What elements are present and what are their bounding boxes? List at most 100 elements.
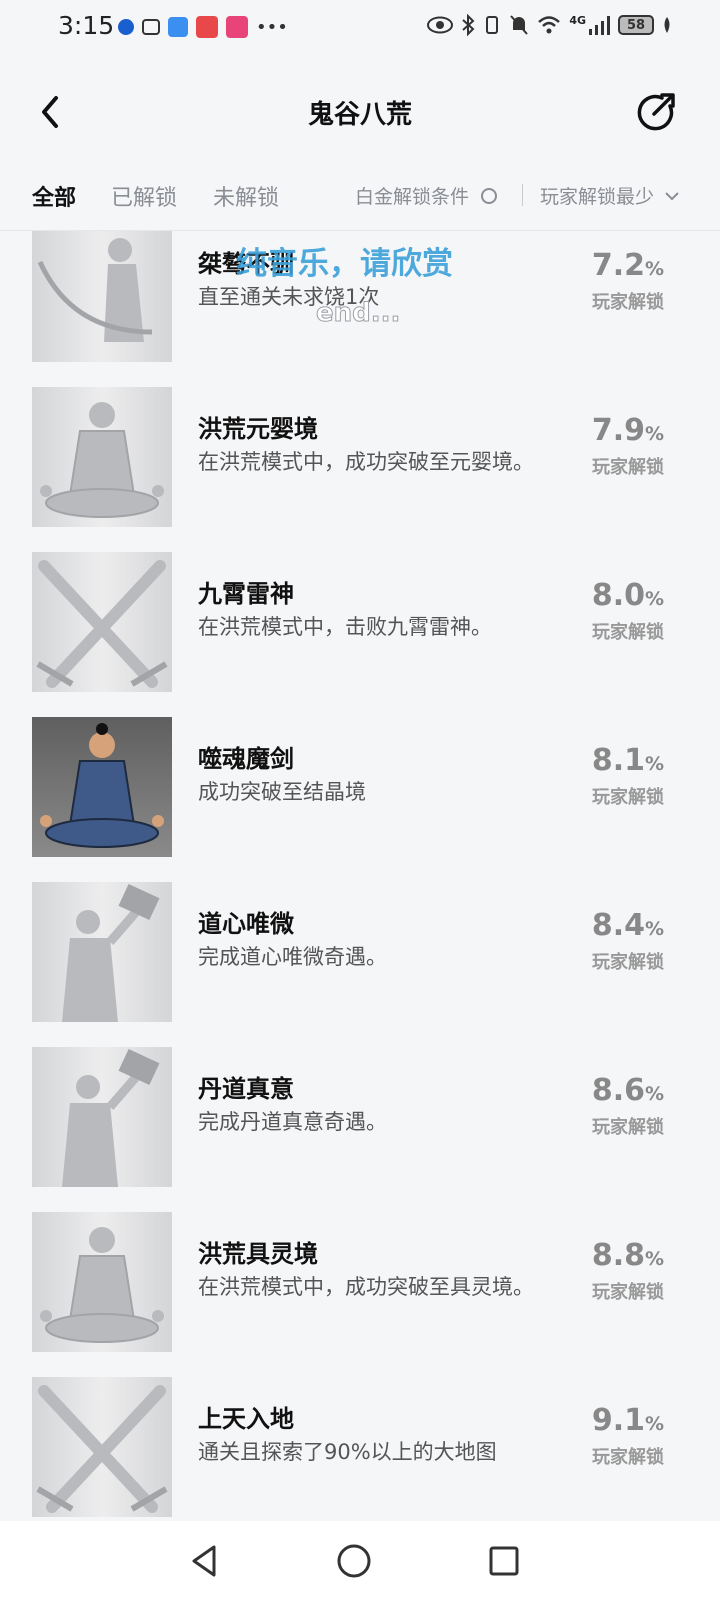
leaf-icon <box>664 17 670 33</box>
system-nav-bar <box>0 1521 720 1600</box>
network-type: 4G <box>569 14 586 27</box>
achievement-row[interactable]: 九霄雷神在洪荒模式中，击败九霄雷神。 8.0% 玩家解锁 <box>0 552 720 720</box>
status-bar: 3:15 ••• 4G 58 <box>0 0 720 56</box>
wifi-icon <box>538 16 561 34</box>
unlock-percent-value: 7.9 <box>591 413 646 448</box>
unlock-rate-label: 玩家解锁 <box>592 1447 664 1468</box>
achievement-name: 道心唯微 <box>198 910 294 938</box>
percent-suffix: % <box>645 258 665 280</box>
unlock-rate-label: 玩家解锁 <box>592 292 664 313</box>
overlay-caption: 纯音乐，请欣赏 <box>236 246 453 282</box>
unlock-rate-label: 玩家解锁 <box>592 952 664 973</box>
sort-label: 玩家解锁最少 <box>540 186 655 208</box>
achievement-name: 上天入地 <box>198 1405 294 1433</box>
status-time: 3:15 <box>58 11 115 40</box>
unlock-percent: 8.1% <box>580 743 676 778</box>
tv-app-icon <box>142 19 160 35</box>
achievement-row[interactable]: 道心唯微完成道心唯微奇遇。 8.4% 玩家解锁 <box>0 882 720 1050</box>
nav-recents-button[interactable] <box>484 1541 524 1581</box>
unlock-percent-value: 8.0 <box>591 578 646 613</box>
sort-dropdown[interactable]: 玩家解锁最少 <box>540 182 680 209</box>
percent-suffix: % <box>645 588 665 610</box>
share-button[interactable] <box>632 88 680 136</box>
unlock-percent-value: 8.1 <box>591 743 646 778</box>
percent-suffix: % <box>645 1083 665 1105</box>
achievement-name: 九霄雷神 <box>198 580 294 608</box>
achievement-name: 洪荒具灵境 <box>198 1240 318 1268</box>
achievement-row[interactable]: 上天入地通关且探索了90%以上的大地图 9.1% 玩家解锁 <box>0 1377 720 1521</box>
achievement-desc: 在洪荒模式中，成功突破至具灵境。 <box>198 1275 534 1299</box>
achievement-list: 桀骜不驯 直至通关未求饶1次 7.2% 玩家解锁 洪荒元婴境 在洪荒模式中，成功突破至元婴… <box>0 231 720 1521</box>
percent-suffix: % <box>645 1413 665 1435</box>
percent-suffix: % <box>645 918 665 940</box>
meditating-cultivator-icon <box>32 1212 172 1352</box>
crossed-swords-icon <box>32 552 172 692</box>
unlock-percent: 8.4% <box>580 908 676 943</box>
achievement-name: 丹道真意 <box>198 1075 294 1103</box>
page-title: 鬼谷八荒 <box>307 100 412 130</box>
crossed-swords-icon <box>32 1377 172 1517</box>
circle-home-icon <box>337 1544 371 1578</box>
triangle-back-icon <box>192 1545 216 1577</box>
unlock-percent: 8.6% <box>580 1073 676 1108</box>
meditating-cultivator-icon <box>32 717 172 857</box>
achievement-name: 噬魂魔剑 <box>198 745 294 773</box>
system-icons: 4G 58 <box>427 14 672 36</box>
chevron-down-icon <box>665 191 679 200</box>
unlock-rate-label: 玩家解锁 <box>592 1117 664 1138</box>
unlock-percent: 8.8% <box>580 1238 676 1273</box>
more-notifications-icon: ••• <box>256 16 288 38</box>
app-notification-icon <box>118 19 134 35</box>
scholar-scroll-icon <box>32 1047 172 1187</box>
radio-icon <box>481 187 498 204</box>
app-header: 鬼谷八荒 <box>0 80 720 146</box>
unlock-percent-value: 7.2 <box>591 248 646 283</box>
unlock-percent-value: 9.1 <box>591 1403 646 1438</box>
video-app-icon <box>226 16 248 38</box>
unlock-rate-label: 玩家解锁 <box>592 457 664 478</box>
scholar-scroll-icon <box>32 882 172 1022</box>
square-recents-icon <box>489 1546 519 1576</box>
achievement-row[interactable]: 噬魂魔剑成功突破至结晶境 8.1% 玩家解锁 <box>0 717 720 885</box>
vibrate-icon <box>486 16 499 34</box>
percent-suffix: % <box>645 423 665 445</box>
nav-home-button[interactable] <box>334 1541 374 1581</box>
unlock-rate-label: 玩家解锁 <box>592 622 664 643</box>
tab-unlocked[interactable]: 已解锁 <box>111 180 177 212</box>
achievement-desc: 完成道心唯微奇遇。 <box>198 945 387 969</box>
mute-bell-icon <box>510 15 529 35</box>
shop-app-icon <box>196 16 218 38</box>
nav-back-button[interactable] <box>184 1541 224 1581</box>
achievement-desc: 通关且探索了90%以上的大地图 <box>198 1440 497 1464</box>
unlock-percent: 7.2% <box>580 248 676 283</box>
achievement-row[interactable]: 丹道真意完成丹道真意奇遇。 8.6% 玩家解锁 <box>0 1047 720 1215</box>
divider <box>522 184 523 206</box>
tab-all[interactable]: 全部 <box>32 180 76 212</box>
eye-icon <box>427 16 454 34</box>
battery-level: 58 <box>618 15 654 35</box>
unlock-percent-value: 8.4 <box>591 908 646 943</box>
filter-bar: 全部 已解锁 未解锁 白金解锁条件 玩家解锁最少 <box>0 172 720 231</box>
tab-locked[interactable]: 未解锁 <box>213 180 279 212</box>
achievement-name: 洪荒元婴境 <box>198 415 318 443</box>
unlock-rate-label: 玩家解锁 <box>592 1282 664 1303</box>
platinum-condition-toggle[interactable]: 白金解锁条件 <box>355 182 498 209</box>
overlay-caption-sub: end... <box>315 298 401 329</box>
swordsman-icon <box>32 231 172 362</box>
meditating-cultivator-icon <box>32 387 172 527</box>
share-icon <box>637 93 675 131</box>
unlock-percent-value: 8.8 <box>591 1238 646 1273</box>
unlock-percent: 8.0% <box>580 578 676 613</box>
unlock-rate-label: 玩家解锁 <box>592 787 664 808</box>
achievement-row[interactable]: 洪荒具灵境在洪荒模式中，成功突破至具灵境。 8.8% 玩家解锁 <box>0 1212 720 1380</box>
percent-suffix: % <box>645 753 665 775</box>
unlock-percent: 7.9% <box>580 413 676 448</box>
platinum-condition-label: 白金解锁条件 <box>355 186 470 208</box>
achievement-desc: 在洪荒模式中，成功突破至元婴境。 <box>198 450 534 474</box>
unlock-percent: 9.1% <box>580 1403 676 1438</box>
achievement-desc: 成功突破至结晶境 <box>198 780 366 804</box>
achievement-desc: 完成丹道真意奇遇。 <box>198 1110 387 1134</box>
unlock-percent-value: 8.6 <box>591 1073 646 1108</box>
achievement-row[interactable]: 洪荒元婴境在洪荒模式中，成功突破至元婴境。 7.9% 玩家解锁 <box>0 387 720 555</box>
achievement-desc: 在洪荒模式中，击败九霄雷神。 <box>198 615 492 639</box>
